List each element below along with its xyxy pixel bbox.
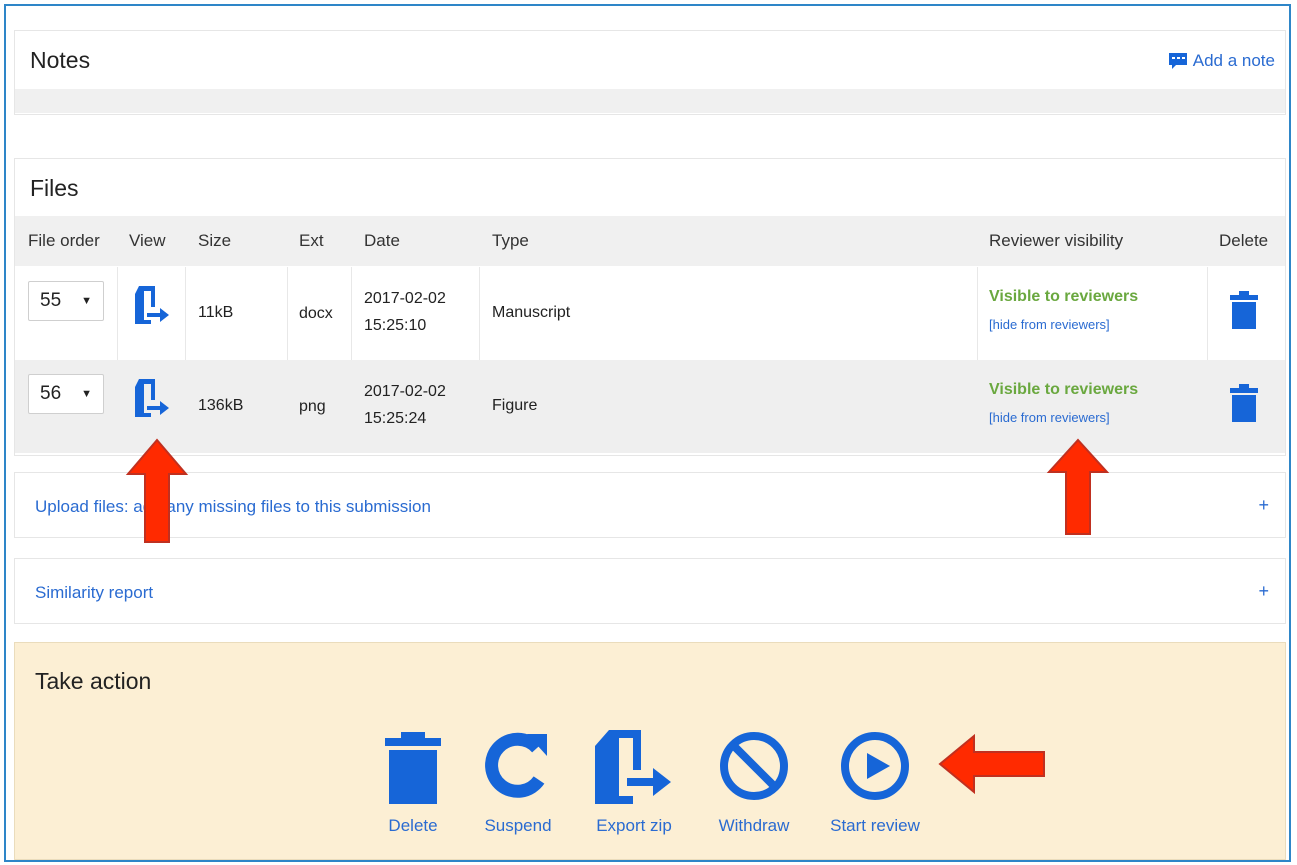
- notes-panel: Notes Add a note: [14, 30, 1286, 115]
- cell-divider: [351, 267, 352, 360]
- files-title: Files: [30, 175, 79, 201]
- col-ext: Ext: [299, 231, 324, 250]
- cell-divider: [977, 267, 978, 360]
- col-file-order: File order: [28, 231, 100, 250]
- col-view: View: [129, 231, 166, 250]
- files-panel: Files File order View Size Ext Date Type…: [14, 158, 1286, 456]
- file-size: 11kB: [198, 304, 234, 321]
- col-reviewer-visibility: Reviewer visibility: [989, 231, 1124, 250]
- caret-down-icon: ▼: [81, 388, 92, 400]
- similarity-report-panel[interactable]: Similarity report +: [14, 558, 1286, 624]
- take-action-title: Take action: [35, 668, 152, 694]
- comment-icon: [1168, 53, 1187, 69]
- files-table-header: File order View Size Ext Date Type Revie…: [15, 216, 1285, 266]
- notes-empty-area: [15, 89, 1285, 113]
- cell-divider: [479, 267, 480, 360]
- suspend-button[interactable]: Suspend: [481, 728, 555, 835]
- delete-label: Delete: [388, 816, 438, 835]
- col-date: Date: [364, 231, 400, 250]
- file-type: Figure: [492, 397, 538, 414]
- start-review-button[interactable]: Start review: [830, 728, 920, 835]
- add-note-link[interactable]: Add a note: [1168, 51, 1275, 71]
- file-date: 2017-02-02: [364, 383, 446, 400]
- col-delete: Delete: [1219, 231, 1269, 250]
- col-type: Type: [492, 231, 529, 250]
- take-action-panel: Take action Delete Suspend Export zip Wi…: [14, 642, 1286, 860]
- cell-divider: [185, 267, 186, 360]
- cell-divider: [1207, 267, 1208, 360]
- visibility-status: Visible to reviewers: [989, 288, 1139, 305]
- file-type: Manuscript: [492, 304, 571, 321]
- annotation-arrow-left-icon: [938, 733, 1045, 795]
- col-size: Size: [198, 231, 232, 250]
- trash-icon[interactable]: [1229, 291, 1259, 329]
- refresh-icon: [485, 732, 547, 798]
- export-file-icon: [595, 730, 671, 804]
- add-note-label: Add a note: [1192, 51, 1275, 70]
- hide-from-reviewers-link[interactable]: [hide from reviewers]: [989, 317, 1110, 332]
- upload-files-link[interactable]: Upload files: add any missing files to t…: [35, 497, 431, 517]
- expand-plus-icon[interactable]: +: [1258, 581, 1269, 602]
- caret-down-icon: ▼: [81, 295, 92, 307]
- cell-divider: [287, 267, 288, 360]
- visibility-status: Visible to reviewers: [989, 381, 1139, 398]
- file-order-select[interactable]: 56 ▼: [28, 374, 104, 414]
- view-file-icon[interactable]: [129, 283, 173, 327]
- cell-divider: [117, 267, 118, 360]
- file-ext: docx: [299, 305, 333, 322]
- file-order-value: 56: [40, 383, 62, 404]
- start-review-label: Start review: [830, 816, 920, 835]
- annotation-arrow-up-icon: [125, 438, 189, 543]
- export-zip-label: Export zip: [596, 816, 672, 835]
- file-ext: png: [299, 398, 326, 415]
- trash-icon: [385, 732, 441, 804]
- file-order-select[interactable]: 55 ▼: [28, 281, 104, 321]
- file-time: 15:25:10: [364, 317, 427, 334]
- trash-icon[interactable]: [1229, 384, 1259, 422]
- ban-icon: [720, 732, 788, 800]
- delete-button[interactable]: Delete: [381, 728, 445, 835]
- similarity-report-link[interactable]: Similarity report: [35, 583, 153, 603]
- table-row: 55 ▼ 11kB docx 2017-02-02 15:25:10 Manus…: [15, 267, 1285, 360]
- hide-from-reviewers-link[interactable]: [hide from reviewers]: [989, 410, 1110, 425]
- export-zip-button[interactable]: Export zip: [589, 728, 679, 835]
- view-file-icon[interactable]: [129, 376, 173, 420]
- file-order-value: 55: [40, 290, 62, 311]
- file-time: 15:25:24: [364, 410, 427, 427]
- suspend-label: Suspend: [484, 816, 552, 835]
- annotation-arrow-up-icon: [1046, 438, 1110, 535]
- notes-title: Notes: [30, 47, 91, 73]
- withdraw-label: Withdraw: [718, 816, 790, 835]
- play-icon: [841, 732, 909, 800]
- expand-plus-icon[interactable]: +: [1258, 495, 1269, 516]
- file-size: 136kB: [198, 397, 244, 414]
- file-date: 2017-02-02: [364, 290, 446, 307]
- withdraw-button[interactable]: Withdraw: [718, 728, 790, 835]
